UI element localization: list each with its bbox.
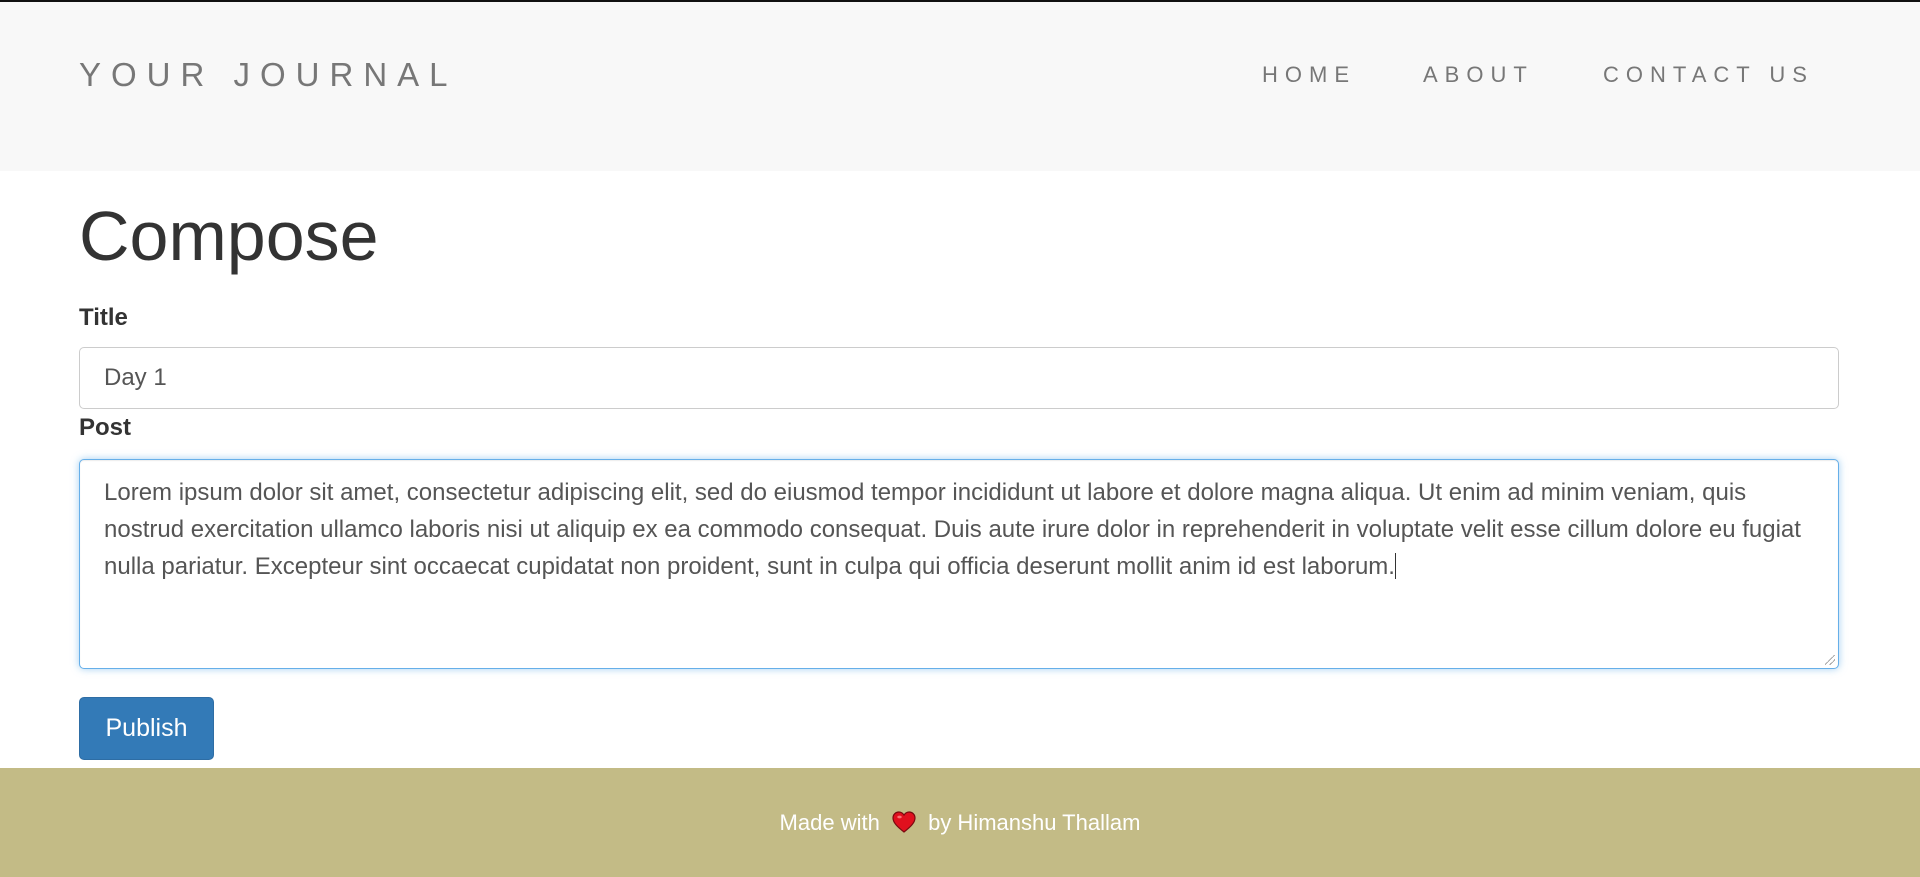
page-title: Compose: [79, 197, 379, 275]
title-input[interactable]: Day 1: [79, 347, 1839, 409]
footer: Made with by Himanshu Thallam: [0, 768, 1920, 877]
navbar: YOUR JOURNAL HOME ABOUT CONTACT US: [0, 2, 1920, 171]
brand-logo[interactable]: YOUR JOURNAL: [79, 56, 458, 94]
title-label: Title: [79, 304, 128, 331]
footer-credit: Made with by Himanshu Thallam: [0, 808, 1920, 838]
nav-item-about[interactable]: ABOUT: [1423, 62, 1534, 88]
footer-made-with: Made with: [779, 810, 880, 835]
resize-handle-icon[interactable]: [1825, 655, 1835, 665]
post-label: Post: [79, 414, 132, 441]
publish-button[interactable]: Publish: [79, 697, 214, 760]
footer-author: by Himanshu Thallam: [928, 810, 1141, 835]
text-cursor: [1394, 553, 1396, 579]
nav-item-contact-us[interactable]: CONTACT US: [1603, 62, 1814, 88]
post-text: Lorem ipsum dolor sit amet, consectetur …: [104, 479, 1801, 580]
nav-item-home[interactable]: HOME: [1262, 62, 1356, 88]
heart-icon: [892, 811, 916, 833]
post-textarea[interactable]: Lorem ipsum dolor sit amet, consectetur …: [79, 459, 1839, 669]
